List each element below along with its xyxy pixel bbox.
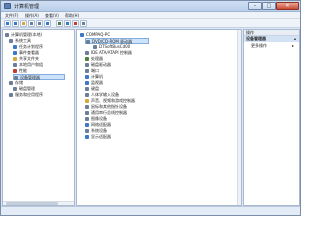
device-category-icon bbox=[93, 45, 97, 49]
actions-section-label: 设备管理器 bbox=[246, 36, 266, 41]
device-category-icon bbox=[85, 123, 89, 127]
device-list-pane: COMPAQ-PC DVD/CD-ROM 驱动器 DTSoftBusCd00 IDE … bbox=[76, 29, 242, 206]
tree-item-icon bbox=[13, 63, 17, 67]
minimize-button[interactable]: – bbox=[248, 2, 262, 10]
scan-hardware-icon bbox=[58, 22, 61, 25]
more-actions-label: 更多操作 bbox=[251, 43, 267, 48]
device-category-icon bbox=[86, 40, 90, 44]
forward-button[interactable] bbox=[12, 20, 19, 27]
device-category-icon bbox=[85, 51, 89, 55]
uninstall-icon bbox=[74, 22, 77, 25]
help-icon bbox=[46, 22, 49, 25]
device-category-icon bbox=[85, 135, 89, 139]
actions-pane: 操作 设备管理器 ▴ 更多操作 ▸ bbox=[243, 29, 300, 206]
up-folder-icon bbox=[22, 22, 25, 25]
disable-button[interactable] bbox=[80, 20, 87, 27]
tree-item-icon bbox=[9, 81, 13, 85]
status-bar bbox=[1, 206, 300, 215]
close-button[interactable]: ✕ bbox=[276, 2, 299, 10]
computer-management-window: 计算机管理 – □ ✕ 文件(F) 操作(A) 查看(V) 帮助(H) 计算机管理(本… bbox=[0, 0, 301, 216]
device-list-vertical-scrollbar[interactable] bbox=[237, 30, 241, 205]
title-bar: 计算机管理 – □ ✕ bbox=[1, 1, 300, 12]
up-folder-button[interactable] bbox=[20, 20, 27, 27]
forward-icon bbox=[14, 22, 17, 25]
help-button[interactable] bbox=[44, 20, 51, 27]
navigation-tree-pane: 计算机管理(本地) 系统工具 任务计划程序 事件查看器 共享文件夹 本地用户和组 性能 设备管… bbox=[2, 29, 75, 206]
device-category-icon bbox=[85, 63, 89, 67]
back-button[interactable] bbox=[4, 20, 11, 27]
collapse-arrow-icon: ▴ bbox=[294, 36, 297, 41]
device-category-icon bbox=[85, 57, 89, 61]
update-driver-button[interactable] bbox=[64, 20, 71, 27]
device-category-icon bbox=[85, 93, 89, 97]
tree-item-icon bbox=[13, 51, 17, 55]
uninstall-button[interactable] bbox=[72, 20, 79, 27]
tree-item-icon bbox=[9, 93, 13, 97]
properties-button[interactable] bbox=[36, 20, 43, 27]
back-icon bbox=[6, 22, 9, 25]
tree-item-label: 服务和应用程序 bbox=[15, 92, 43, 97]
tree-item-icon bbox=[13, 45, 17, 49]
device-category-icon bbox=[85, 99, 89, 103]
window-title: 计算机管理 bbox=[14, 4, 40, 10]
device-category-icon bbox=[85, 69, 89, 73]
tree-scroll-thumb[interactable] bbox=[6, 202, 58, 205]
tree-item-icon bbox=[13, 87, 17, 91]
computer-icon bbox=[5, 33, 9, 37]
device-category-icon bbox=[85, 111, 89, 115]
show-tree-icon bbox=[30, 22, 33, 25]
tree-horizontal-scrollbar[interactable] bbox=[3, 201, 74, 205]
device-category-icon bbox=[85, 105, 89, 109]
disable-icon bbox=[82, 22, 85, 25]
scan-hardware-button[interactable] bbox=[56, 20, 63, 27]
submenu-arrow-icon: ▸ bbox=[292, 43, 295, 48]
more-actions-item[interactable]: 更多操作 ▸ bbox=[248, 43, 298, 49]
update-driver-icon bbox=[66, 22, 69, 25]
toolbar bbox=[1, 19, 300, 28]
computer-management-icon bbox=[4, 3, 11, 9]
show-tree-button[interactable] bbox=[28, 20, 35, 27]
properties-icon bbox=[38, 22, 41, 25]
tree-item-icon bbox=[13, 57, 17, 61]
tree-item-icon bbox=[13, 69, 17, 73]
device-category-icon bbox=[85, 117, 89, 121]
device-category-icon bbox=[85, 81, 89, 85]
tree-item-icon bbox=[9, 39, 13, 43]
computer-icon bbox=[80, 33, 84, 37]
maximize-button[interactable]: □ bbox=[262, 2, 276, 10]
device-category-icon bbox=[85, 87, 89, 91]
device-category-icon bbox=[85, 129, 89, 133]
device-label: 显示适配器 bbox=[91, 134, 111, 139]
tree-item[interactable]: 服务和应用程序 bbox=[9, 92, 65, 98]
device-category-icon bbox=[85, 75, 89, 79]
actions-section[interactable]: 设备管理器 ▴ bbox=[244, 36, 299, 42]
menu-bar: 文件(F) 操作(A) 查看(V) 帮助(H) bbox=[1, 12, 300, 19]
